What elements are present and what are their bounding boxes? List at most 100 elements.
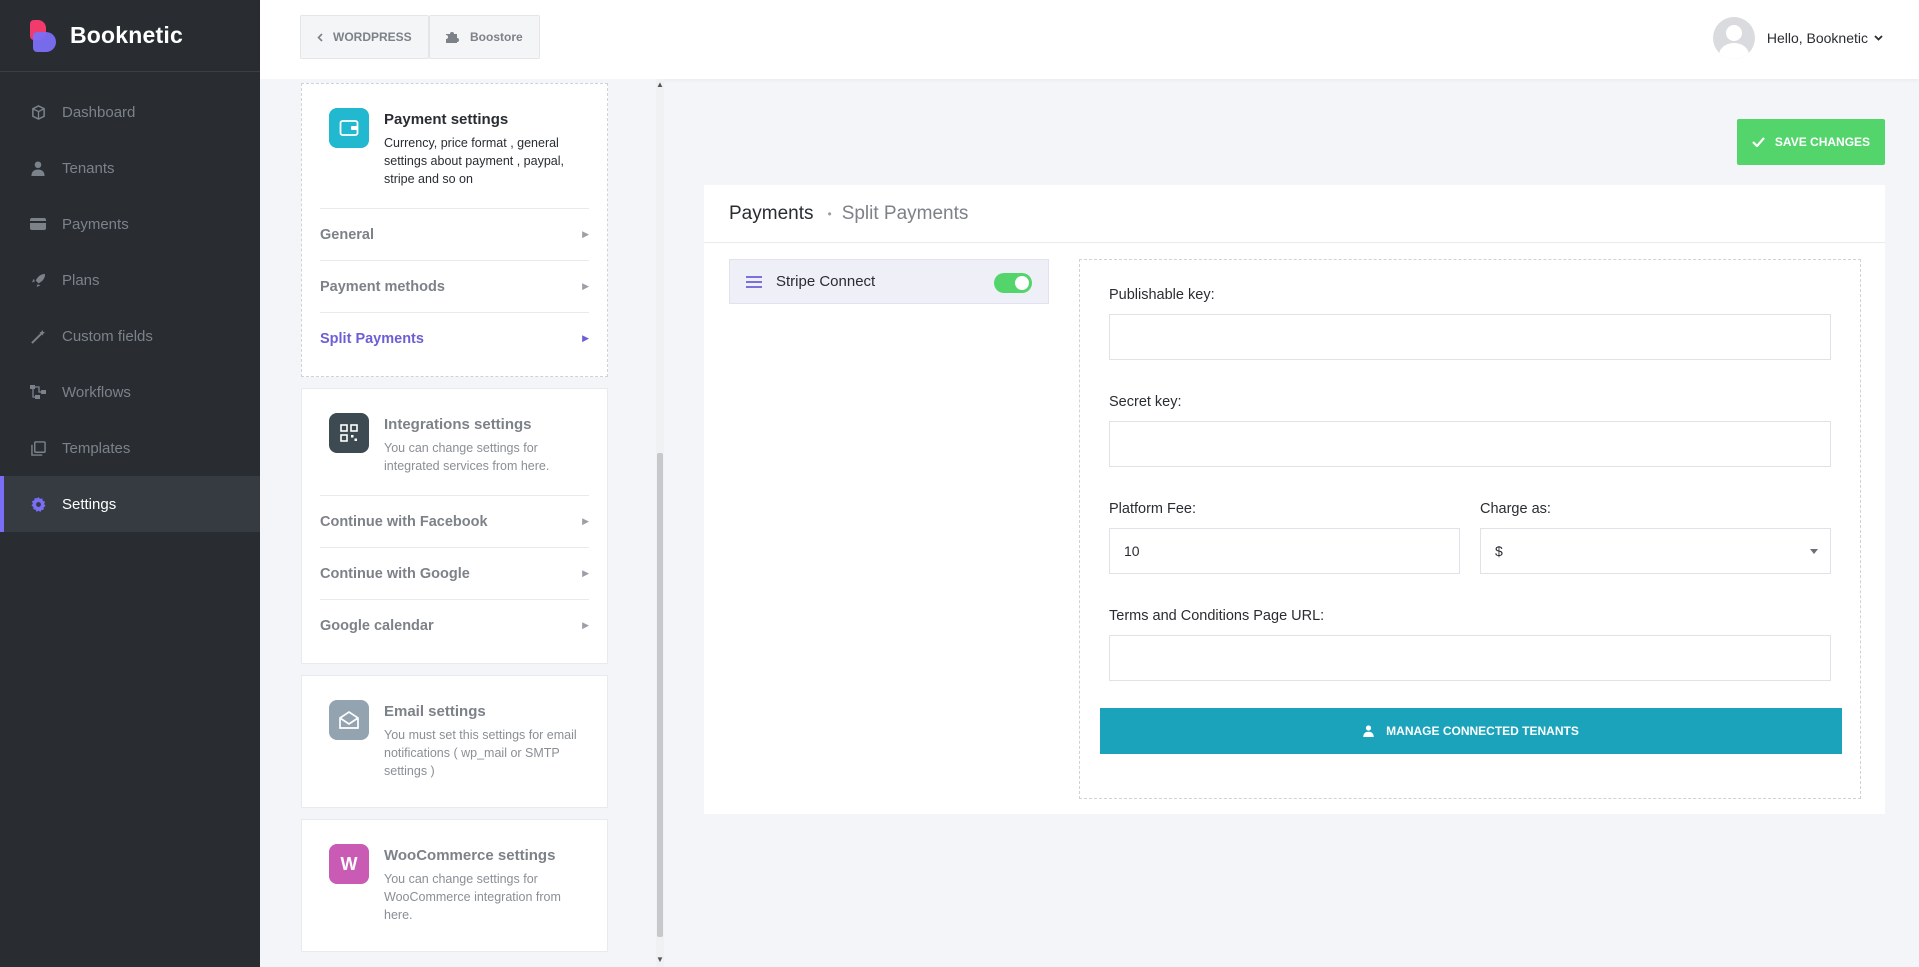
- charge-as-value: $: [1495, 543, 1503, 559]
- terms-url-label: Terms and Conditions Page URL:: [1109, 608, 1325, 624]
- card-desc: You can change settings for WooCommerce …: [384, 872, 561, 922]
- sidebar-item-dashboard[interactable]: Dashboard: [0, 84, 260, 140]
- card-desc: You must set this settings for email not…: [384, 728, 577, 778]
- sub-item-label: Continue with Google: [320, 565, 470, 582]
- scroll-down-icon[interactable]: ▼: [656, 955, 664, 964]
- sub-item-label: Google calendar: [320, 617, 434, 634]
- caret-right-icon: ▶: [582, 568, 589, 578]
- sidebar-item-label: Dashboard: [62, 103, 136, 121]
- card-icon: [30, 216, 46, 232]
- platform-fee-input[interactable]: 10: [1109, 528, 1460, 574]
- card-desc: You can change settings for integrated s…: [384, 441, 550, 473]
- split-payments-form: Publishable key: Secret key: Platform Fe…: [1079, 259, 1861, 799]
- save-button[interactable]: SAVE CHANGES: [1737, 119, 1885, 165]
- secret-key-label: Secret key:: [1109, 394, 1182, 410]
- sub-item-label: General: [320, 226, 374, 243]
- sub-item-payment-methods[interactable]: Payment methods ▶: [320, 260, 589, 312]
- brand-logo: [30, 19, 56, 52]
- chevron-left-icon: [317, 32, 323, 42]
- charge-as-select[interactable]: $: [1480, 528, 1831, 574]
- brand-name: Booknetic: [70, 22, 183, 48]
- boostore-button[interactable]: Boostore: [429, 15, 540, 59]
- sidebar-item-label: Tenants: [62, 159, 115, 177]
- workflow-icon: [30, 384, 46, 400]
- sidebar-item-templates[interactable]: Templates: [0, 420, 260, 476]
- sidebar-item-plans[interactable]: Plans: [0, 252, 260, 308]
- gateway-label: Stripe Connect: [776, 273, 876, 290]
- gear-icon: [30, 496, 46, 512]
- caret-right-icon: ▶: [582, 516, 589, 526]
- card-title: Payment settings: [384, 111, 509, 128]
- woocommerce-icon: W: [329, 844, 369, 884]
- integrations-settings-card[interactable]: Integrations settings You can change set…: [301, 388, 608, 664]
- breadcrumb: Payments • Split Payments: [704, 185, 1885, 243]
- sidebar-item-label: Custom fields: [62, 327, 153, 345]
- woocommerce-settings-card[interactable]: W WooCommerce settings You can change se…: [301, 819, 608, 952]
- breadcrumb-separator: •: [827, 206, 832, 221]
- wordpress-label: WORDPRESS: [333, 30, 412, 44]
- magic-wand-icon: [30, 328, 46, 344]
- terms-url-input[interactable]: [1109, 635, 1831, 681]
- sub-item-google-calendar[interactable]: Google calendar ▶: [320, 599, 589, 651]
- card-title: WooCommerce settings: [384, 847, 556, 864]
- caret-right-icon: ▶: [582, 281, 589, 291]
- payment-sub-list: General ▶ Payment methods ▶ Split Paymen…: [320, 208, 589, 364]
- wallet-icon: [329, 108, 369, 148]
- rocket-icon: [30, 272, 46, 288]
- user-menu[interactable]: Hello, Booknetic: [1712, 17, 1883, 59]
- sub-item-split-payments[interactable]: Split Payments ▶: [320, 312, 589, 364]
- qr-grid-icon: [329, 413, 369, 453]
- sidebar: Booknetic Dashboard Tenants Payments Pla…: [0, 0, 260, 967]
- breadcrumb-item[interactable]: Payments: [729, 203, 813, 225]
- boostore-label: Boostore: [470, 30, 523, 44]
- drag-handle-icon[interactable]: [746, 275, 762, 288]
- sub-item-label: Continue with Facebook: [320, 513, 488, 530]
- avatar: [1712, 17, 1755, 59]
- user-icon: [1363, 725, 1374, 737]
- sidebar-item-tenants[interactable]: Tenants: [0, 140, 260, 196]
- sidebar-item-settings[interactable]: Settings: [0, 476, 260, 532]
- sub-item-general[interactable]: General ▶: [320, 208, 589, 260]
- sub-item-facebook[interactable]: Continue with Facebook ▶: [320, 495, 589, 547]
- sidebar-item-label: Templates: [62, 439, 131, 457]
- puzzle-icon: [446, 31, 460, 43]
- cube-icon: [30, 104, 46, 120]
- email-settings-card[interactable]: Email settings You must set this setting…: [301, 675, 608, 808]
- caret-right-icon: ▶: [582, 229, 589, 239]
- sidebar-item-label: Workflows: [62, 383, 131, 401]
- sidebar-item-custom-fields[interactable]: Custom fields: [0, 308, 260, 364]
- chevron-down-icon: [1810, 549, 1818, 554]
- sidebar-item-workflows[interactable]: Workflows: [0, 364, 260, 420]
- user-greeting: Hello, Booknetic: [1766, 30, 1868, 46]
- scrollbar-thumb[interactable]: [657, 453, 663, 937]
- manage-button-label: MANAGE CONNECTED TENANTS: [1386, 724, 1579, 738]
- payment-settings-card[interactable]: Payment settings Currency, price format …: [301, 83, 608, 377]
- integrations-sub-list: Continue with Facebook ▶ Continue with G…: [320, 495, 589, 651]
- sub-item-label: Payment methods: [320, 278, 445, 295]
- card-title: Email settings: [384, 703, 486, 720]
- sub-item-google[interactable]: Continue with Google ▶: [320, 547, 589, 599]
- check-icon: [1752, 137, 1765, 147]
- manage-connected-tenants-button[interactable]: MANAGE CONNECTED TENANTS: [1100, 708, 1842, 754]
- woocommerce-logo-letter: W: [340, 853, 358, 874]
- topbar: WORDPRESS Boostore Hello, Booknetic: [260, 0, 1919, 79]
- scroll-up-icon[interactable]: ▲: [656, 80, 664, 89]
- sidebar-item-label: Plans: [62, 271, 100, 289]
- gateway-item-stripe-connect[interactable]: Stripe Connect: [729, 259, 1049, 304]
- gateway-toggle[interactable]: [994, 273, 1032, 293]
- card-title: Integrations settings: [384, 416, 532, 433]
- brand[interactable]: Booknetic: [0, 0, 260, 72]
- sidebar-item-payments[interactable]: Payments: [0, 196, 260, 252]
- save-button-label: SAVE CHANGES: [1774, 135, 1871, 149]
- user-icon: [30, 160, 46, 176]
- sub-item-label: Split Payments: [320, 330, 424, 347]
- wordpress-back-button[interactable]: WORDPRESS: [300, 15, 429, 59]
- platform-fee-label: Platform Fee:: [1109, 501, 1197, 517]
- publishable-key-input[interactable]: [1109, 314, 1831, 360]
- templates-icon: [30, 440, 46, 456]
- secret-key-input[interactable]: [1109, 421, 1831, 467]
- card-desc: Currency, price format , general setting…: [384, 136, 564, 186]
- caret-right-icon: ▶: [582, 333, 589, 343]
- sidebar-item-label: Settings: [62, 495, 117, 513]
- caret-right-icon: ▶: [582, 620, 589, 630]
